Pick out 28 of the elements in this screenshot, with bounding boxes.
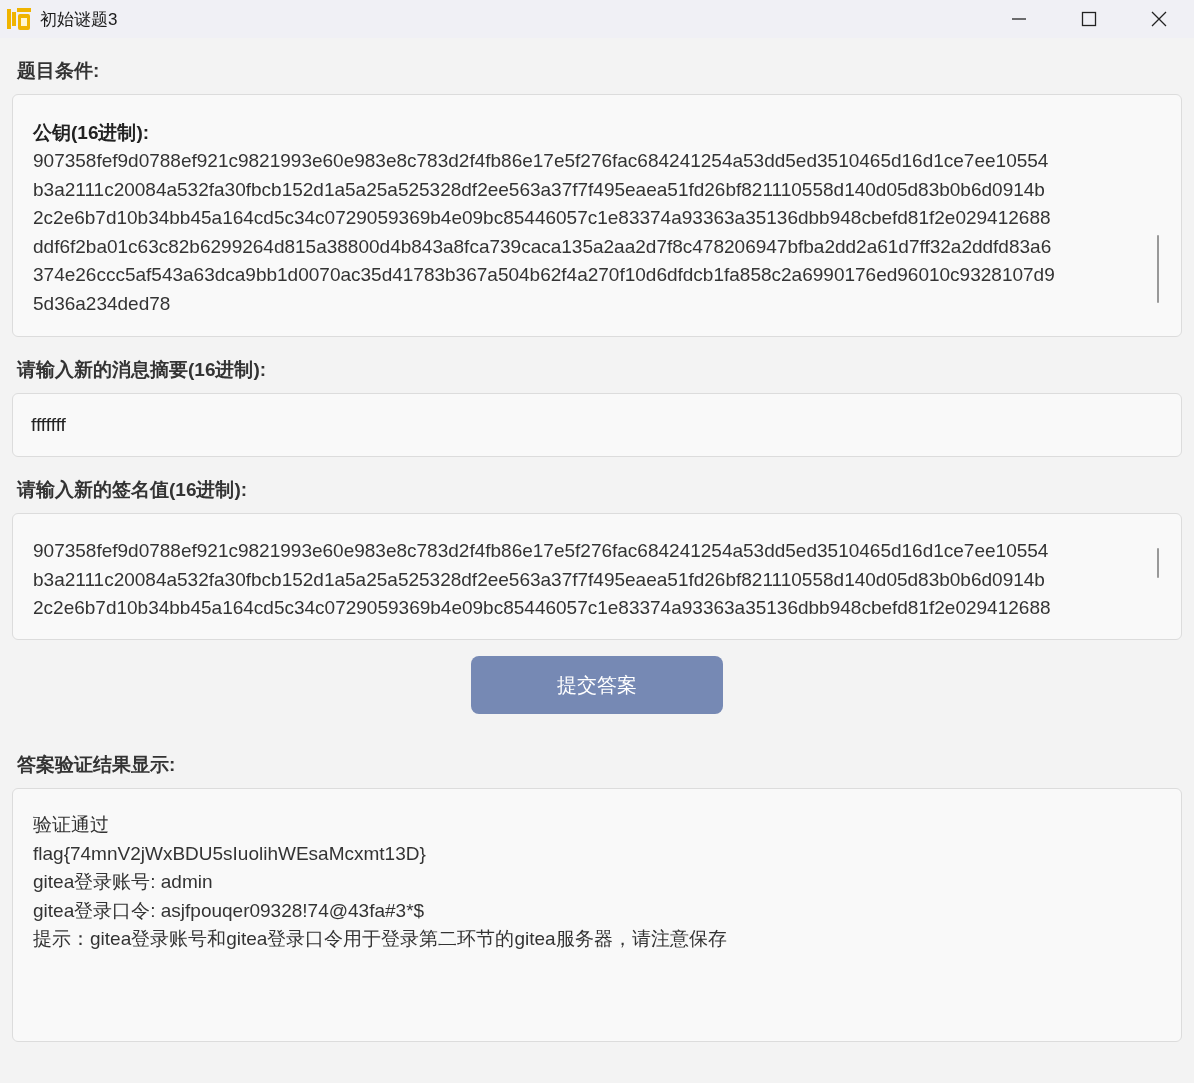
section-label: 题目条件: — [16, 59, 101, 83]
hex-text-line: 5d36a234ded78 — [33, 291, 171, 316]
result-text-line: flag{74mnV2jWxBDU5sIuolihWEsaMcxmt13D} — [33, 841, 426, 866]
hex-text-line: 2c2e6b7d10b34bb45a164cd5c34c0729059369b4e09bc85446057c1e83374a93363a35136dbb948cbefd81f2e029412688 — [33, 596, 1051, 620]
app-logo-icon — [6, 6, 32, 32]
hex-text-line: b3a2111c20084a532fa30fbcb152d1a5a25a525328df2ee563a37f7f495eaea51fd26bf821110558d140d05d83b0b6d0914b — [33, 567, 1045, 592]
hex-text-line: 907358fef9d0788ef921c9821993e60e983e8c783d2f4fb86e17e5f276fac684241254a53dd5ed3510465d16d1ce7ee10554 — [33, 149, 1049, 173]
result-text-line: gitea登录口令: asjfpouqer09328!74@43fa#3*$ — [33, 898, 425, 923]
section-label: 请输入新的签名值(16进制): — [15, 478, 249, 502]
hex-text-line: ddf6f2ba01c63c82b6299264d815a38800d4b843a8fca739caca135a2aa2d7f8c478206947bfba2dd2a61d7ff32a2ddfd83a6 — [33, 234, 1052, 259]
input-field[interactable]: fffffff — [12, 393, 1182, 457]
hex-text-line: 374e26ccc5af543a63dca9bb1d0070ac35d41783b367a504b62f4a270f10d6dfdcb1fa858c2a6990176ed96010c9328107d9 — [33, 263, 1055, 287]
close-icon — [1151, 11, 1167, 27]
result-text-line: 提示：gitea登录账号和gitea登录口令用于登录第二环节的gitea服务器，请注意保存 — [33, 927, 727, 951]
section-label: 答案验证结果显示: — [16, 753, 177, 777]
hex-text-line: 2c2e6b7d10b34bb45a164cd5c34c0729059369b4e09bc85446057c1e83374a93363a35136dbb948cbefd81f2e029412688 — [33, 206, 1051, 230]
scrollbar[interactable] — [1157, 235, 1159, 303]
submit-button[interactable]: 提交答案 — [471, 656, 723, 714]
scrollbar[interactable] — [1157, 548, 1159, 578]
window-title: 初始谜题3 — [40, 8, 119, 31]
maximize-icon — [1081, 11, 1097, 27]
result-text-line: 验证通过 — [33, 813, 109, 837]
hex-text-line: 907358fef9d0788ef921c9821993e60e983e8c783d2f4fb86e17e5f276fac684241254a53dd5ed3510465d16d1ce7ee10554 — [33, 539, 1049, 563]
minimize-icon — [1011, 18, 1027, 20]
key-heading: 公钥(16进制): — [33, 121, 151, 145]
result-text-line: gitea登录账号: admin — [33, 870, 213, 894]
section-label: 请输入新的消息摘要(16进制): — [15, 358, 268, 382]
hex-text-line: b3a2111c20084a532fa30fbcb152d1a5a25a525328df2ee563a37f7f495eaea51fd26bf821110558d140d05d83b0b6d0914b — [33, 177, 1045, 202]
